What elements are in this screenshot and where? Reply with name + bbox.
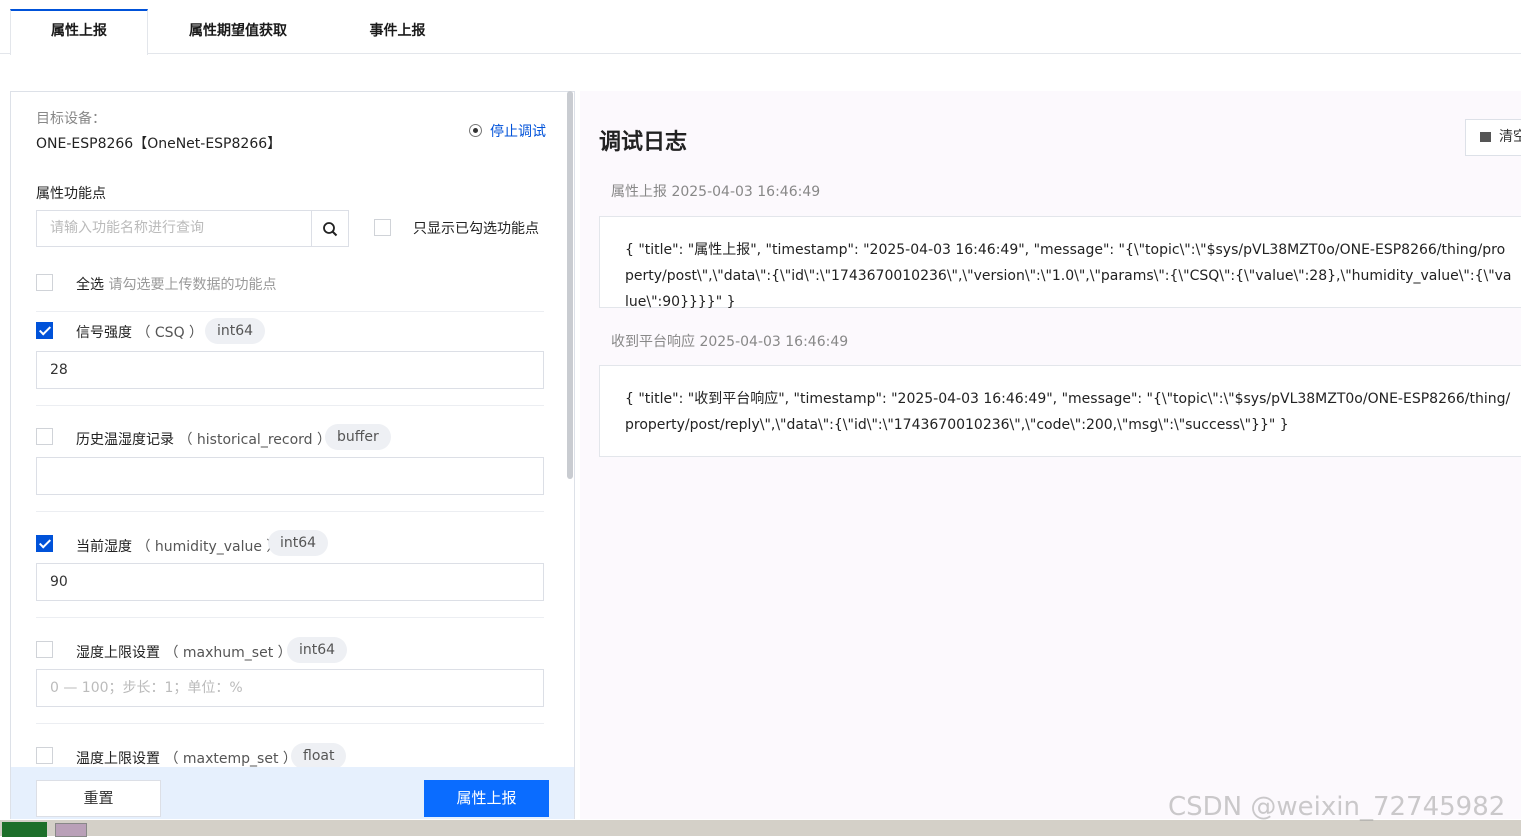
target-device-name: ONE-ESP8266【OneNet-ESP8266】 xyxy=(36,136,282,152)
property-checkbox-historical-record[interactable] xyxy=(36,428,53,445)
reset-button[interactable]: 重置 xyxy=(36,780,161,817)
type-tag: int64 xyxy=(268,530,329,556)
property-input-historical-record[interactable] xyxy=(36,457,544,495)
divider xyxy=(36,617,544,618)
property-name-maxhum-set: 湿度上限设置 （ maxhum_set ） xyxy=(76,645,292,661)
log-entry-body: { "title": "属性上报", "timestamp": "2025-04… xyxy=(599,216,1521,310)
search-button[interactable] xyxy=(311,210,349,247)
tab-property-report[interactable]: 属性上报 xyxy=(10,9,148,55)
divider xyxy=(36,405,544,406)
start-icon[interactable] xyxy=(2,822,47,837)
target-device-label: 目标设备： xyxy=(36,111,106,127)
type-tag: buffer xyxy=(325,424,391,450)
log-entry-body: { "title": "收到平台响应", "timestamp": "2025-… xyxy=(599,365,1521,457)
property-section-label: 属性功能点 xyxy=(36,186,106,202)
form-scrollbar[interactable] xyxy=(567,91,573,479)
divider xyxy=(36,511,544,512)
select-all-hint: 请勾选要上传数据的功能点 xyxy=(108,277,277,293)
divider xyxy=(36,311,544,312)
radio-icon xyxy=(469,124,482,137)
watermark: CSDN @weixin_72745982 xyxy=(1168,792,1506,822)
property-checkbox-humidity-value[interactable] xyxy=(36,535,53,552)
log-title: 调试日志 xyxy=(599,130,688,155)
property-checkbox-csq[interactable] xyxy=(36,322,53,339)
property-input-csq[interactable]: 28 xyxy=(36,351,544,389)
property-name-humidity-value: 当前湿度 （ humidity_value ） xyxy=(76,539,281,555)
property-input-maxhum-set[interactable]: 0 — 100；步长：1；单位：% xyxy=(36,669,544,707)
property-checkbox-maxtemp-set[interactable] xyxy=(36,747,53,764)
select-all-checkbox[interactable] xyxy=(36,274,53,291)
clear-log-button[interactable]: 清空 xyxy=(1465,119,1521,156)
property-name-historical-record: 历史温湿度记录 （ historical_record ） xyxy=(76,432,331,448)
type-tag: int64 xyxy=(205,318,266,344)
search-icon xyxy=(323,222,338,237)
trash-icon xyxy=(1480,132,1491,142)
property-input-humidity-value[interactable]: 90 xyxy=(36,563,544,601)
tab-property-expected[interactable]: 属性期望值获取 xyxy=(168,9,308,54)
tab-event-report[interactable]: 事件上报 xyxy=(350,9,445,54)
log-entry-header: 属性上报 2025-04-03 16:46:49 xyxy=(611,184,821,200)
search-input[interactable]: 请输入功能名称进行查询 xyxy=(36,210,312,247)
select-all-label: 全选 请勾选要上传数据的功能点 xyxy=(76,277,277,293)
submit-property-button[interactable]: 属性上报 xyxy=(424,780,549,817)
tab-bar: 属性上报 属性期望值获取 事件上报 xyxy=(0,0,1521,55)
type-tag: float xyxy=(291,743,347,769)
property-name-maxtemp-set: 温度上限设置 （ maxtemp_set ） xyxy=(76,751,297,767)
debug-log-panel xyxy=(580,91,1521,836)
stop-debug-button[interactable]: 停止调试 xyxy=(469,121,546,141)
type-tag: int64 xyxy=(287,637,348,663)
log-entry-header: 收到平台响应 2025-04-03 16:46:49 xyxy=(611,334,849,350)
only-checked-label: 只显示已勾选功能点 xyxy=(413,221,539,237)
divider xyxy=(36,723,544,724)
property-checkbox-maxhum-set[interactable] xyxy=(36,641,53,658)
app-icon[interactable] xyxy=(55,823,87,837)
stop-debug-label: 停止调试 xyxy=(490,124,546,140)
only-checked-checkbox[interactable] xyxy=(374,219,391,236)
property-name-csq: 信号强度 （ CSQ ） xyxy=(76,325,204,341)
